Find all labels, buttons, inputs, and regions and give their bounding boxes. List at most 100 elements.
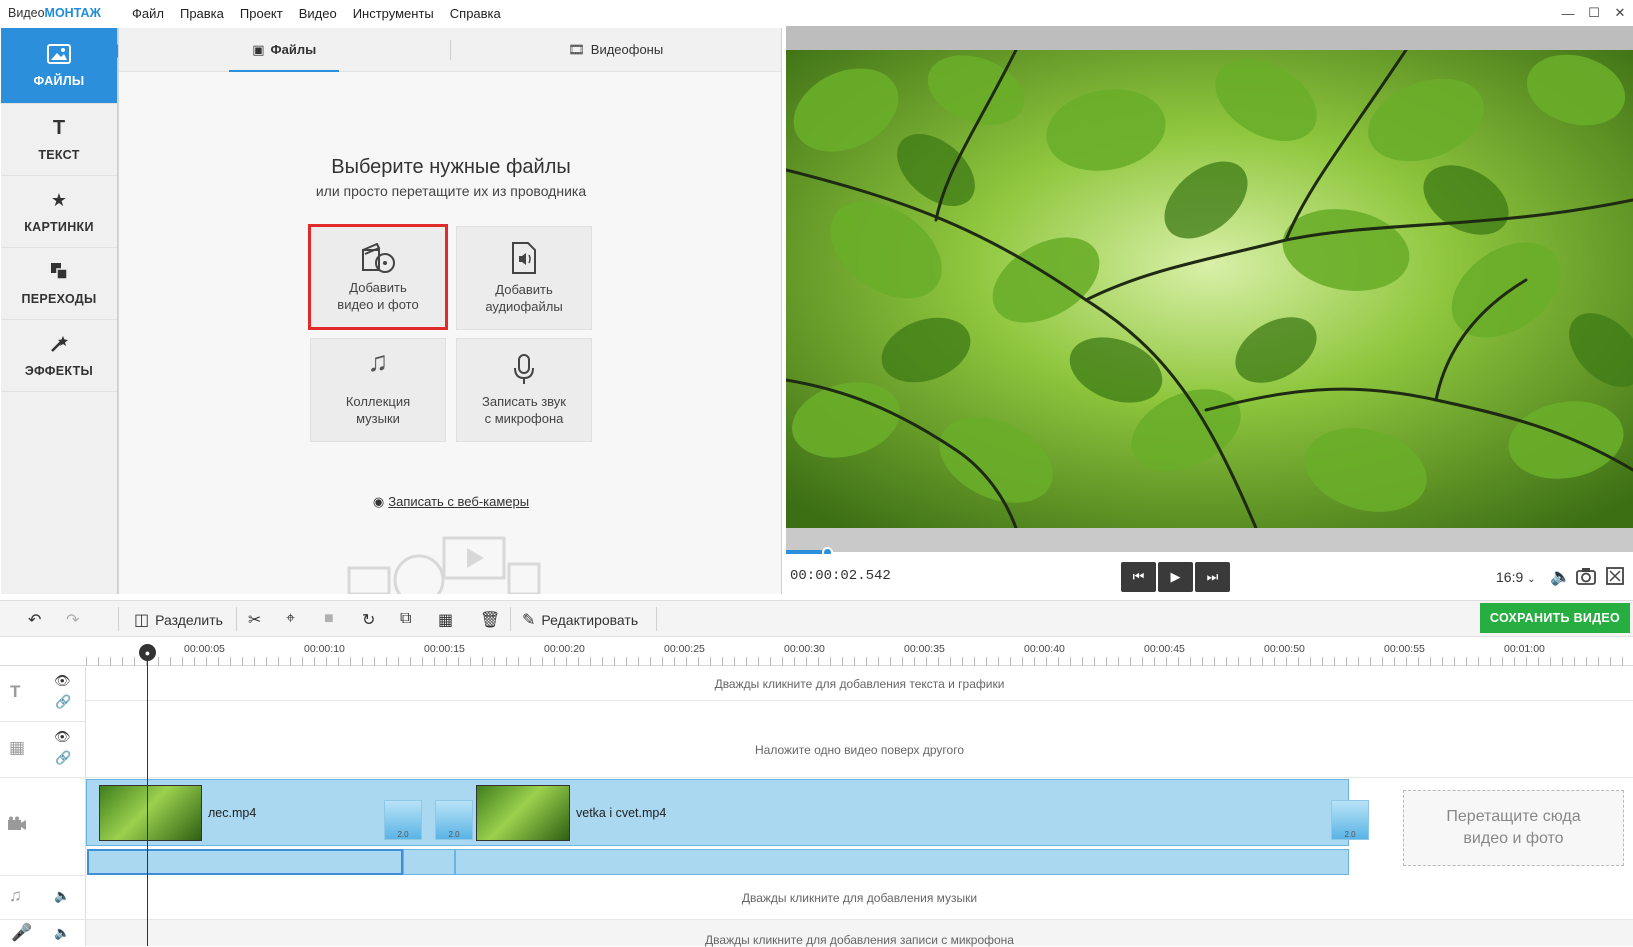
split-icon: ◫ xyxy=(134,612,150,629)
eye-icon[interactable]: 👁 xyxy=(54,729,71,745)
tab-files[interactable]: ▣ Файлы xyxy=(119,28,450,72)
clip-thumbnail xyxy=(99,785,202,841)
text-track[interactable]: Дважды кликните для добавления текста и … xyxy=(86,667,1633,701)
leaves-frame xyxy=(786,50,1633,528)
aspect-ratio-select[interactable]: 16:9 ⌄ xyxy=(1496,569,1536,585)
menu-file[interactable]: Файл xyxy=(132,6,164,21)
ruler-tick: 00:00:35 xyxy=(904,643,945,655)
tab-video-backgrounds[interactable]: 🎞 Видеофоны xyxy=(451,28,782,71)
music-note-icon: ♫ xyxy=(9,886,22,905)
video-preview[interactable] xyxy=(786,50,1633,528)
snapshot-icon[interactable] xyxy=(1576,567,1596,590)
text-track-header: T 👁 🔗 xyxy=(0,667,86,722)
cut-button[interactable]: ✂ xyxy=(248,610,261,630)
delete-button[interactable]: 🗑 xyxy=(480,610,500,630)
sidebar-item-files[interactable]: ФАЙЛЫ xyxy=(1,28,124,104)
ruler-tick: 00:00:40 xyxy=(1024,643,1065,655)
play-button[interactable]: ▶ xyxy=(1158,562,1193,592)
overlay-track[interactable]: Наложите одно видео поверх другого xyxy=(86,722,1633,778)
transition-block[interactable]: 2.0 xyxy=(435,800,473,840)
redo-icon: ↷ xyxy=(66,612,80,629)
ruler-tick: 00:01:00 xyxy=(1504,643,1545,655)
mic-track[interactable]: Дважды кликните для добавления записи с … xyxy=(86,920,1633,947)
app-logo: ВидеоМОНТАЖ xyxy=(8,6,101,20)
frame-icon: ■ xyxy=(324,610,334,627)
volume-icon[interactable]: 🔈 xyxy=(1550,567,1571,587)
eye-icon[interactable]: 👁 xyxy=(54,673,71,689)
playhead-handle[interactable]: ● xyxy=(139,644,156,661)
film-strip-icon: ▦ xyxy=(9,738,26,757)
speaker-icon[interactable]: 🔈 xyxy=(54,888,70,904)
transition-block[interactable]: 2.0 xyxy=(1331,800,1369,840)
menu-tools[interactable]: Инструменты xyxy=(353,6,434,21)
clip-name: лес.mp4 xyxy=(208,806,257,820)
split-button[interactable]: ◫ Разделить xyxy=(134,610,223,630)
add-frame-button[interactable]: ▦ xyxy=(438,610,453,630)
edit-button[interactable]: ✎ Редактировать xyxy=(522,610,638,630)
clip-audio-block[interactable] xyxy=(87,849,403,875)
music-track[interactable]: Дважды кликните для добавления музыки xyxy=(86,876,1633,920)
link-icon[interactable]: 🔗 xyxy=(55,750,71,766)
add-audio-button[interactable]: Добавить аудиофайлы xyxy=(456,226,592,330)
timeline-ruler[interactable]: 00:00:05 00:00:10 00:00:15 00:00:20 00:0… xyxy=(0,637,1633,666)
text-track-spacer xyxy=(86,701,1633,722)
preview-letterbox-top xyxy=(786,26,1633,50)
record-microphone-button[interactable]: Записать звук с микрофона xyxy=(456,338,592,442)
text-icon: T xyxy=(10,682,21,701)
sidebar-item-label: ПЕРЕХОДЫ xyxy=(21,291,97,306)
transition-block[interactable]: 2.0 xyxy=(384,800,422,840)
drop-zone[interactable]: Перетащите сюда видео и фото xyxy=(1403,790,1624,866)
star-icon: ★ xyxy=(50,189,68,210)
clip-audio-block[interactable] xyxy=(455,849,1349,875)
sidebar-item-label: КАРТИНКИ xyxy=(24,219,94,234)
minimize-icon[interactable]: — xyxy=(1555,0,1581,26)
music-collection-button[interactable]: ♫ Коллекция музыки xyxy=(310,338,446,442)
skip-back-button[interactable]: ⏮ xyxy=(1121,562,1156,592)
crop-button[interactable]: ⌖ xyxy=(286,610,295,628)
video-clip-strip[interactable] xyxy=(86,779,1349,846)
title-bar: ВидеоМОНТАЖ Файл Правка Проект Видео Инс… xyxy=(0,0,1633,26)
maximize-icon[interactable]: ☐ xyxy=(1581,0,1607,26)
image-icon: ▣ xyxy=(252,41,265,57)
close-icon[interactable]: ✕ xyxy=(1607,0,1633,26)
ruler-tick: 00:00:25 xyxy=(664,643,705,655)
add-video-photo-button[interactable]: Добавить видео и фото xyxy=(308,224,448,330)
menu-video[interactable]: Видео xyxy=(299,6,337,21)
save-video-button[interactable]: СОХРАНИТЬ ВИДЕО xyxy=(1480,603,1630,633)
play-icon: ▶ xyxy=(1170,569,1181,584)
ruler-tick: 00:00:10 xyxy=(304,643,345,655)
image-icon xyxy=(47,43,71,68)
playhead-line xyxy=(147,645,148,946)
skip-forward-button[interactable]: ⏭ xyxy=(1195,562,1230,592)
ruler-tick: 00:00:55 xyxy=(1384,643,1425,655)
text-icon: T xyxy=(52,116,66,139)
redo-button[interactable]: ↷ xyxy=(66,610,79,630)
skip-back-icon: ⏮ xyxy=(1132,569,1145,584)
panel-heading: Выберите нужные файлы xyxy=(331,156,571,178)
freeze-button[interactable]: ■ xyxy=(324,610,334,628)
audio-file-icon xyxy=(457,241,591,275)
link-icon[interactable]: 🔗 xyxy=(55,694,71,710)
timecode: 00:00:02.542 xyxy=(790,568,891,584)
rotate-button[interactable]: ↻ xyxy=(362,610,375,630)
speaker-icon[interactable]: 🔈 xyxy=(54,925,70,941)
menu-project[interactable]: Проект xyxy=(240,6,283,21)
ruler-tick: 00:00:45 xyxy=(1144,643,1185,655)
menu-edit[interactable]: Правка xyxy=(180,6,224,21)
sidebar-item-text[interactable]: T ТЕКСТ xyxy=(1,104,117,176)
film-add-icon: ▦ xyxy=(438,612,454,629)
sidebar-item-transitions[interactable]: ПЕРЕХОДЫ xyxy=(1,248,117,320)
webcam-link[interactable]: ◉ Записать с веб-камеры xyxy=(119,494,783,510)
undo-button[interactable]: ↶ xyxy=(28,610,41,630)
ruler-tick: 00:00:50 xyxy=(1264,643,1305,655)
seek-bar-track[interactable] xyxy=(786,528,1633,552)
webcam-icon: ◉ xyxy=(372,494,385,509)
clip-audio-block[interactable] xyxy=(403,849,455,875)
sidebar-item-label: ЭФФЕКТЫ xyxy=(24,363,94,378)
menu-help[interactable]: Справка xyxy=(450,6,501,21)
fullscreen-icon[interactable] xyxy=(1606,567,1624,590)
sidebar-item-pictures[interactable]: ★ КАРТИНКИ xyxy=(1,176,117,248)
speed-button[interactable]: ⧉ xyxy=(400,610,411,628)
sidebar-item-effects[interactable]: ЭФФЕКТЫ xyxy=(1,320,117,392)
edit-icon: ✎ xyxy=(522,612,536,629)
